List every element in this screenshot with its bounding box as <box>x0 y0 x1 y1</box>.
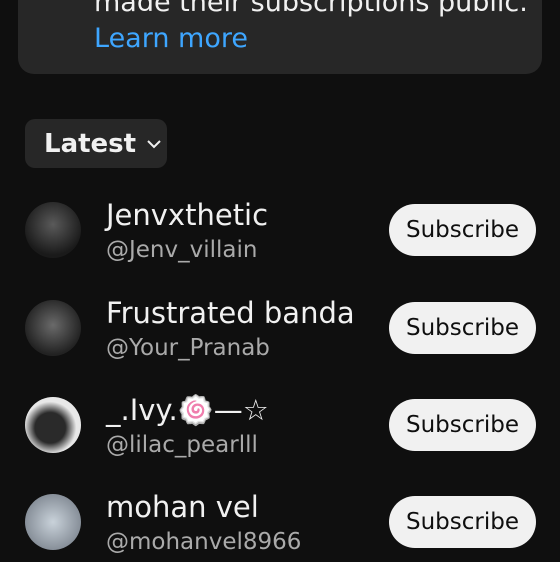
subscribe-button[interactable]: Subscribe <box>389 496 536 548</box>
info-text: made their subscriptions public. <box>94 0 528 18</box>
channel-name[interactable]: Jenvxthetic <box>106 198 268 232</box>
channel-row[interactable]: Frustrated banda @Your_Pranab Subscribe <box>0 288 560 368</box>
channel-avatar[interactable] <box>25 300 81 356</box>
channel-handle: @Jenv_villain <box>106 237 258 263</box>
channel-avatar[interactable] <box>25 494 81 550</box>
chevron-down-icon <box>147 139 161 148</box>
channel-name[interactable]: mohan vel <box>106 490 259 524</box>
info-card: made their subscriptions public. Learn m… <box>18 0 542 74</box>
channel-avatar[interactable] <box>25 397 81 453</box>
subscribe-button[interactable]: Subscribe <box>389 302 536 354</box>
channel-row[interactable]: mohan vel @mohanvel8966 Subscribe <box>0 482 560 562</box>
channel-handle: @Your_Pranab <box>106 335 270 361</box>
channel-avatar[interactable] <box>25 202 81 258</box>
channel-handle: @mohanvel8966 <box>106 529 302 555</box>
channel-name[interactable]: _.Ivy.🍥—☆ <box>106 393 269 427</box>
sort-dropdown[interactable]: Latest <box>25 119 167 168</box>
channel-row[interactable]: Jenvxthetic @Jenv_villain Subscribe <box>0 190 560 270</box>
subscribe-button[interactable]: Subscribe <box>389 399 536 451</box>
subscribe-button[interactable]: Subscribe <box>389 204 536 256</box>
channel-name[interactable]: Frustrated banda <box>106 296 355 330</box>
learn-more-link[interactable]: Learn more <box>94 20 248 58</box>
channel-row[interactable]: _.Ivy.🍥—☆ @lilac_pearlll Subscribe <box>0 385 560 465</box>
sort-label: Latest <box>44 128 137 159</box>
channel-handle: @lilac_pearlll <box>106 432 258 458</box>
